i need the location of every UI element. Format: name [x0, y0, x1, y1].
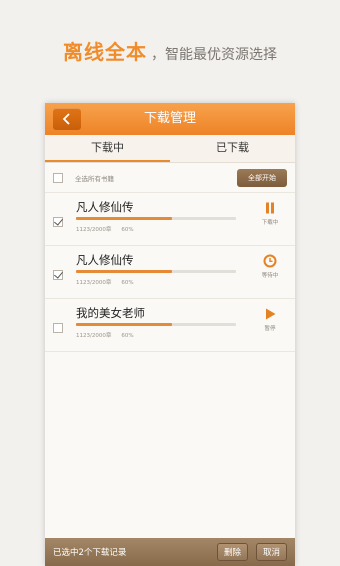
percent-label: 60%	[121, 280, 134, 286]
tab-downloading[interactable]: 下载中	[45, 135, 170, 162]
action-label: 等待中	[261, 273, 279, 279]
play-button[interactable]: 暂停	[259, 307, 281, 332]
start-all-button[interactable]: 全部开始	[237, 168, 287, 187]
select-all-label: 全选所有书籍	[75, 174, 114, 183]
book-title: 凡人修仙传	[76, 253, 134, 267]
title-bar: 下载管理	[45, 103, 295, 135]
tab-bar: 下载中 已下载	[45, 135, 295, 163]
chapter-count: 1123/2000章	[76, 280, 112, 286]
waiting-button[interactable]: 等待中	[259, 254, 281, 279]
footer-bar: 已选中2个下载记录 删除 取消	[45, 538, 295, 566]
select-all-row: 全选所有书籍 全部开始	[45, 163, 295, 193]
item-meta: 1123/2000章 60%	[76, 331, 134, 339]
item-checkbox[interactable]	[53, 217, 63, 227]
app-screen: 下载管理 下载中 已下载 全选所有书籍 全部开始 凡人修仙传 1123/2000…	[45, 103, 295, 566]
action-label: 下载中	[261, 220, 279, 226]
progress-fill	[76, 270, 172, 273]
download-item: 凡人修仙传 1123/2000章 60% 下载中	[45, 193, 295, 246]
pause-icon	[266, 202, 274, 214]
chapter-count: 1123/2000章	[76, 333, 112, 339]
progress-fill	[76, 323, 172, 326]
item-checkbox[interactable]	[53, 270, 63, 280]
item-checkbox[interactable]	[53, 323, 63, 333]
promo-subline: ，智能最优资源选择	[151, 47, 277, 63]
pause-button[interactable]: 下载中	[259, 201, 281, 226]
progress-fill	[76, 217, 172, 220]
play-icon	[266, 308, 276, 320]
item-meta: 1123/2000章 60%	[76, 225, 134, 233]
page-title: 下载管理	[143, 111, 196, 126]
book-title: 我的美女老师	[76, 306, 145, 320]
action-label: 暂停	[264, 326, 276, 332]
delete-button[interactable]: 删除	[216, 543, 248, 561]
tab-downloaded[interactable]: 已下载	[170, 135, 295, 162]
progress-bar	[76, 323, 236, 326]
clock-icon	[263, 254, 277, 268]
chapter-count: 1123/2000章	[76, 227, 112, 233]
promo-banner: 离线全本 ，智能最优资源选择	[0, 36, 340, 65]
promo-headline: 离线全本	[63, 40, 147, 64]
select-all-checkbox[interactable]	[53, 172, 63, 183]
percent-label: 60%	[121, 333, 134, 339]
cancel-button[interactable]: 取消	[255, 543, 287, 561]
progress-bar	[76, 270, 236, 273]
item-meta: 1123/2000章 60%	[76, 278, 134, 286]
book-title: 凡人修仙传	[76, 200, 134, 214]
percent-label: 60%	[121, 227, 134, 233]
progress-bar	[76, 217, 236, 220]
download-item: 凡人修仙传 1123/2000章 60% 等待中	[45, 246, 295, 299]
download-item: 我的美女老师 1123/2000章 60% 暂停	[45, 299, 295, 352]
selection-status: 已选中2个下载记录	[53, 548, 127, 558]
